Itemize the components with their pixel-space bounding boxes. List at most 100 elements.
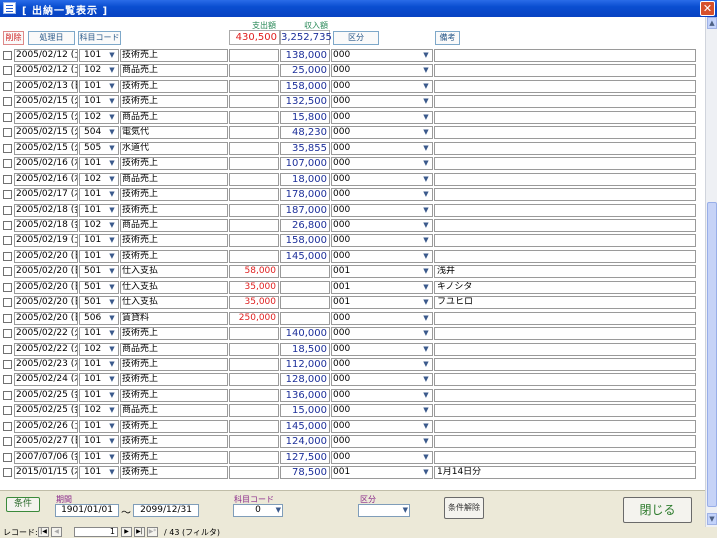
kbn-cell[interactable]: 001 ▼: [331, 280, 433, 294]
table-row[interactable]: 2015/01/15 (木)101▼技術売上78,500001▼1月14日分: [0, 465, 705, 480]
note-cell[interactable]: [434, 79, 696, 93]
in-amount-cell[interactable]: 18,000: [280, 172, 330, 186]
chevron-down-icon[interactable]: ▼: [421, 112, 431, 123]
kbn-cell[interactable]: 000 ▼: [331, 358, 433, 371]
out-amount-cell[interactable]: 35,000: [229, 296, 279, 310]
chevron-down-icon[interactable]: ▼: [421, 158, 431, 169]
table-row[interactable]: 2005/02/24 (木)101▼技術売上128,000000▼: [0, 372, 705, 387]
row-delete-checkbox[interactable]: [3, 313, 12, 323]
chevron-down-icon[interactable]: ▼: [107, 127, 117, 138]
table-row[interactable]: 2005/02/26 (土)101▼技術売上145,000000▼: [0, 419, 705, 434]
code-cell[interactable]: 101 ▼: [79, 188, 119, 202]
code-cell[interactable]: 101 ▼: [79, 373, 119, 387]
note-cell[interactable]: キノシタ: [434, 280, 696, 294]
chevron-down-icon[interactable]: ▼: [107, 452, 117, 463]
chevron-down-icon[interactable]: ▼: [107, 205, 117, 216]
date-cell[interactable]: 2005/02/23 (水): [14, 358, 78, 371]
note-cell[interactable]: フユヒロ: [434, 296, 696, 310]
chevron-down-icon[interactable]: ▼: [421, 452, 431, 463]
out-amount-cell[interactable]: [229, 188, 279, 202]
code-cell[interactable]: 101 ▼: [79, 466, 119, 480]
in-amount-cell[interactable]: 145,000: [280, 419, 330, 433]
kbn-cell[interactable]: 000 ▼: [331, 327, 433, 341]
note-cell[interactable]: [434, 64, 696, 78]
date-cell[interactable]: 2007/07/06 (金): [14, 450, 78, 464]
note-cell[interactable]: [434, 126, 696, 140]
date-cell[interactable]: 2005/02/18 (金): [14, 203, 78, 217]
code-cell[interactable]: 102 ▼: [79, 218, 119, 232]
note-cell[interactable]: [434, 249, 696, 263]
chevron-down-icon[interactable]: ▼: [107, 251, 117, 262]
out-amount-cell[interactable]: [229, 404, 279, 418]
code-cell[interactable]: 102 ▼: [79, 110, 119, 124]
code-cell[interactable]: 101 ▼: [79, 419, 119, 433]
sort-code-button[interactable]: 科目コード: [78, 31, 121, 45]
chevron-down-icon[interactable]: ▼: [107, 81, 117, 92]
table-row[interactable]: 2005/02/25 (金)102▼商品売上15,000000▼: [0, 403, 705, 418]
out-amount-cell[interactable]: 35,000: [229, 280, 279, 294]
out-amount-cell[interactable]: [229, 388, 279, 402]
code-cell[interactable]: 101 ▼: [79, 49, 119, 62]
next-record-icon[interactable]: ▶: [121, 527, 132, 537]
note-cell[interactable]: [434, 450, 696, 464]
kbn-cell[interactable]: 000 ▼: [331, 110, 433, 124]
out-amount-cell[interactable]: [229, 126, 279, 140]
out-amount-cell[interactable]: 58,000: [229, 265, 279, 279]
out-amount-cell[interactable]: [229, 358, 279, 371]
chevron-down-icon[interactable]: ▼: [421, 405, 431, 416]
condition-button[interactable]: 条件: [6, 497, 40, 512]
chevron-down-icon[interactable]: ▼: [107, 405, 117, 416]
chevron-down-icon[interactable]: ▼: [107, 436, 117, 447]
kbn-cell[interactable]: 000 ▼: [331, 435, 433, 449]
table-row[interactable]: 2005/02/15 (火)101▼技術売上132,500000▼: [0, 94, 705, 109]
date-cell[interactable]: 2005/02/22 (火): [14, 342, 78, 356]
out-amount-cell[interactable]: [229, 450, 279, 464]
code-cell[interactable]: 101 ▼: [79, 450, 119, 464]
chevron-down-icon[interactable]: ▼: [107, 374, 117, 385]
first-record-icon[interactable]: |◀: [38, 527, 49, 537]
date-cell[interactable]: 2005/02/15 (火): [14, 141, 78, 155]
row-delete-checkbox[interactable]: [3, 267, 12, 277]
code-cell[interactable]: 506 ▼: [79, 311, 119, 325]
chevron-down-icon[interactable]: ▼: [107, 143, 117, 154]
chevron-down-icon[interactable]: ▼: [107, 112, 117, 123]
code-cell[interactable]: 501 ▼: [79, 280, 119, 294]
scroll-down-icon[interactable]: ▼: [707, 513, 717, 525]
table-row[interactable]: 2005/02/20 (日)506▼賃貸料250,000000▼: [0, 311, 705, 326]
last-record-icon[interactable]: ▶|: [134, 527, 145, 537]
chevron-down-icon[interactable]: ▼: [107, 344, 117, 355]
code-cell[interactable]: 102 ▼: [79, 342, 119, 356]
code-cell[interactable]: 101 ▼: [79, 203, 119, 217]
in-amount-cell[interactable]: 132,500: [280, 95, 330, 109]
code-cell[interactable]: 101 ▼: [79, 358, 119, 371]
chevron-down-icon[interactable]: ▼: [421, 344, 431, 355]
note-cell[interactable]: [434, 373, 696, 387]
in-amount-cell[interactable]: 145,000: [280, 249, 330, 263]
note-cell[interactable]: [434, 203, 696, 217]
table-row[interactable]: 2005/02/20 (日)501▼仕入支払35,000001▼キノシタ: [0, 280, 705, 295]
kbn-cell[interactable]: 000 ▼: [331, 79, 433, 93]
kbn-cell[interactable]: 000 ▼: [331, 64, 433, 78]
out-amount-cell[interactable]: [229, 435, 279, 449]
code-cell[interactable]: 101 ▼: [79, 435, 119, 449]
chevron-down-icon[interactable]: ▼: [421, 436, 431, 447]
row-delete-checkbox[interactable]: [3, 236, 12, 246]
chevron-down-icon[interactable]: ▼: [421, 359, 431, 370]
chevron-down-icon[interactable]: ▼: [421, 282, 431, 293]
code-filter-select[interactable]: 0 ▼: [233, 504, 283, 517]
kbn-cell[interactable]: 000 ▼: [331, 203, 433, 217]
row-delete-checkbox[interactable]: [3, 51, 12, 60]
chevron-down-icon[interactable]: ▼: [421, 251, 431, 262]
table-row[interactable]: 2005/02/17 (木)101▼技術売上178,000000▼: [0, 187, 705, 202]
table-row[interactable]: 2005/02/12 (土)101▼技術売上138,000000▼: [0, 48, 705, 63]
date-cell[interactable]: 2005/02/16 (水): [14, 172, 78, 186]
note-cell[interactable]: [434, 141, 696, 155]
kbn-cell[interactable]: 000 ▼: [331, 157, 433, 171]
row-delete-checkbox[interactable]: [3, 437, 12, 447]
kbn-cell[interactable]: 000 ▼: [331, 95, 433, 109]
in-amount-cell[interactable]: 158,000: [280, 234, 330, 248]
out-amount-cell[interactable]: [229, 157, 279, 171]
note-cell[interactable]: 浅井: [434, 265, 696, 279]
chevron-down-icon[interactable]: ▼: [107, 390, 117, 401]
in-amount-cell[interactable]: 78,500: [280, 466, 330, 480]
